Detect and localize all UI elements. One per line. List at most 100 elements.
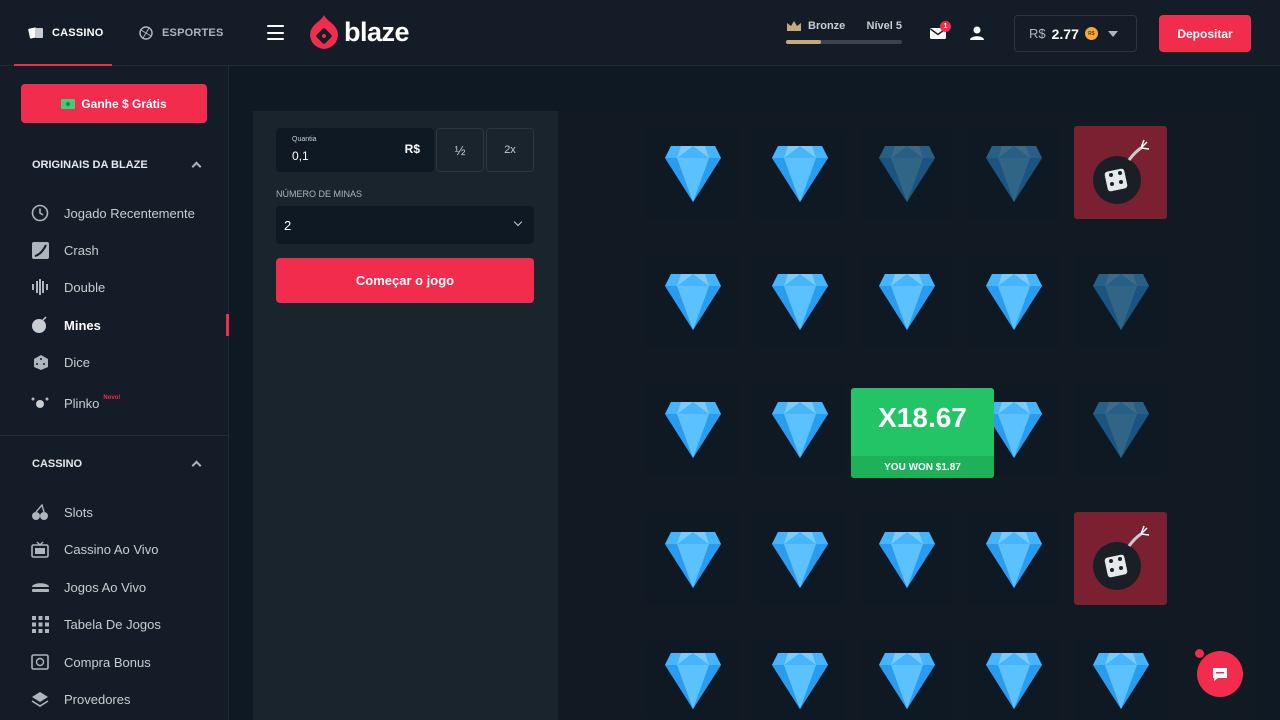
tab-esportes[interactable]: ESPORTES [138,0,224,66]
sidebar-item-game-table[interactable]: Tabela De Jogos [30,613,161,635]
mine-tile[interactable] [1074,512,1167,605]
bet-panel [253,111,558,720]
user-icon[interactable] [968,24,986,42]
bomb-icon [1092,139,1149,204]
free-bonus-button[interactable]: Ganhe $ Grátis [21,84,207,123]
sidebar-item-recent[interactable]: Jogado Recentemente [30,202,195,224]
money-icon [61,98,76,109]
gem-tile[interactable] [967,126,1060,219]
sidebar-item-live-casino[interactable]: Cassino Ao Vivo [30,538,158,560]
double-wheel-icon [30,278,50,296]
sidebar-item-plinko[interactable]: Plinko Novo! [30,392,120,414]
gem-tile[interactable] [967,512,1060,605]
gem-tile[interactable] [1074,382,1167,475]
mines-count-label: NÚMERO DE MINAS [276,189,363,199]
active-nav-indicator [226,314,229,336]
sidebar-item-label: Provedores [64,691,131,707]
diamond-icon [878,273,935,330]
amount-currency: R$ [404,142,420,156]
balance-dropdown[interactable]: R$ 2.77 R$ [1014,15,1137,52]
ball-icon [139,26,153,40]
gem-tile[interactable] [860,254,953,347]
gem-tile[interactable] [753,382,846,475]
diamond-icon [1092,401,1149,458]
diamond-icon [1092,273,1149,330]
top-bar: CASSINO ESPORTES blaze Bronze Nível 5 1 … [0,0,1280,66]
gem-tile[interactable] [967,254,1060,347]
sidebar-item-label: Plinko [64,395,100,411]
gem-tile[interactable] [753,640,846,720]
diamond-icon [1092,653,1149,709]
gem-tile[interactable] [967,640,1060,720]
diamond-icon [664,531,721,588]
sidebar-item-slots[interactable]: Slots [30,501,93,523]
win-message: YOU WON $1.87 [851,456,994,478]
sidebar-item-label: Cassino Ao Vivo [64,541,159,557]
gem-tile[interactable] [646,640,739,720]
bomb-icon [1092,525,1149,590]
deposit-button[interactable]: Depositar [1159,15,1251,52]
diamond-icon [985,145,1042,202]
diamond-icon [985,531,1042,588]
gem-tile[interactable] [646,126,739,219]
gem-tile[interactable] [860,126,953,219]
crash-chart-icon [30,241,50,259]
sidebar-item-mines[interactable]: Mines [30,314,101,336]
gem-tile[interactable] [860,512,953,605]
new-badge: Novo! [103,395,121,401]
gem-tile[interactable] [753,126,846,219]
gem-tile[interactable] [646,512,739,605]
diamond-icon [664,145,721,202]
gem-tile[interactable] [753,512,846,605]
sidebar-item-live-games[interactable]: Jogos Ao Vivo [30,576,146,598]
sidebar-item-bonus-buy[interactable]: Compra Bonus [30,651,151,673]
cards-icon [28,27,43,39]
rank-widget[interactable]: Bronze Nível 5 [786,20,902,44]
flame-logo-icon [310,15,338,49]
gem-tile[interactable] [646,382,739,475]
rank-tier: Bronze [808,20,846,32]
diamond-icon [771,273,828,330]
blaze-logo[interactable]: blaze [308,13,410,51]
win-multiplier: X18.67 [878,402,967,433]
gem-tile[interactable] [860,640,953,720]
menu-icon[interactable] [267,25,284,40]
tab-cassino[interactable]: CASSINO [28,0,112,66]
crown-icon [787,21,801,31]
sidebar-item-label: Compra Bonus [64,654,151,670]
double-bet-button[interactable]: 2x [486,128,534,172]
gem-tile[interactable] [1074,640,1167,720]
sidebar-item-providers[interactable]: Provedores [30,688,130,710]
chevron-down-icon [1107,30,1118,37]
sidebar-item-dice[interactable]: Dice [30,351,90,373]
chat-button[interactable] [1197,651,1243,697]
diamond-icon [664,273,721,330]
mine-tile[interactable] [1074,126,1167,219]
clock-icon [30,204,50,222]
mine-icon [30,316,50,334]
section-cassino[interactable]: CASSINO [32,458,202,471]
diamond-icon [771,653,828,709]
chevron-down-icon [513,217,523,227]
balance-amount: 2.77 [1051,25,1079,42]
gem-tile[interactable] [753,254,846,347]
section-originais-title: ORIGINAIS DA BLAZE [32,159,148,171]
money-icon [30,653,50,671]
balance-currency: R$ [1029,26,1046,41]
coin-icon: R$ [1084,27,1098,40]
gem-tile[interactable] [1074,254,1167,347]
section-originais[interactable]: ORIGINAIS DA BLAZE [32,159,202,172]
mines-count-value: 2 [284,217,292,233]
amount-input[interactable]: Quantia 0,1 R$ [276,128,434,172]
sidebar-item-double[interactable]: Double [30,276,105,298]
start-game-button[interactable]: Começar o jogo [276,258,534,303]
sidebar-item-crash[interactable]: Crash [30,239,99,261]
chat-icon [1213,667,1227,681]
sidebar-item-label: Crash [64,242,99,258]
half-bet-button[interactable]: ½ [436,128,484,172]
diamond-icon [878,653,935,709]
sidebar-item-label: Jogado Recentemente [64,205,195,221]
cherries-icon [30,503,50,521]
mines-count-select[interactable]: 2 [276,206,534,244]
gem-tile[interactable] [646,254,739,347]
